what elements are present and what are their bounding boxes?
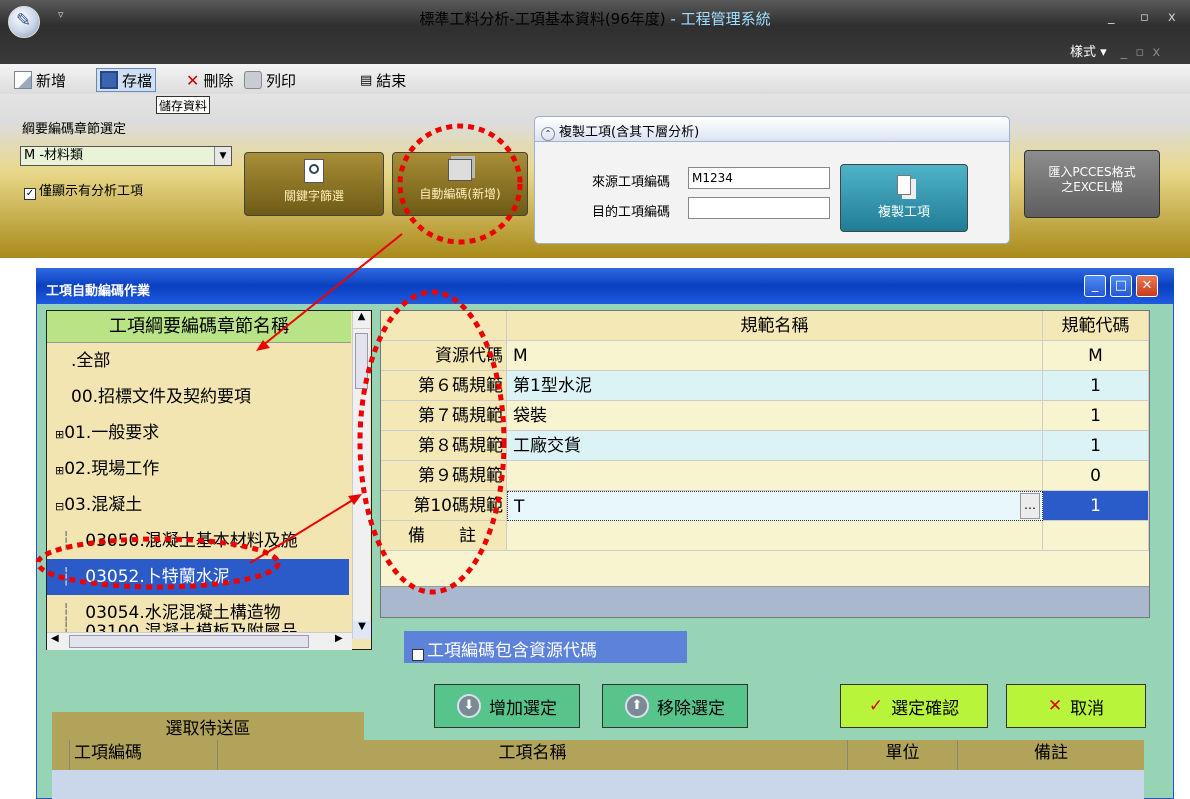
annotation-arrowhead-2 — [348, 494, 362, 505]
annotation-circle-grid-labels — [357, 289, 507, 595]
annotation-circle-selected-item — [35, 536, 281, 590]
annotation-arrow-1 — [261, 233, 403, 347]
annotation-arrow-2 — [249, 497, 357, 564]
annotation-overlay — [35, 123, 523, 595]
annotation-circle-auto-button — [397, 123, 523, 245]
